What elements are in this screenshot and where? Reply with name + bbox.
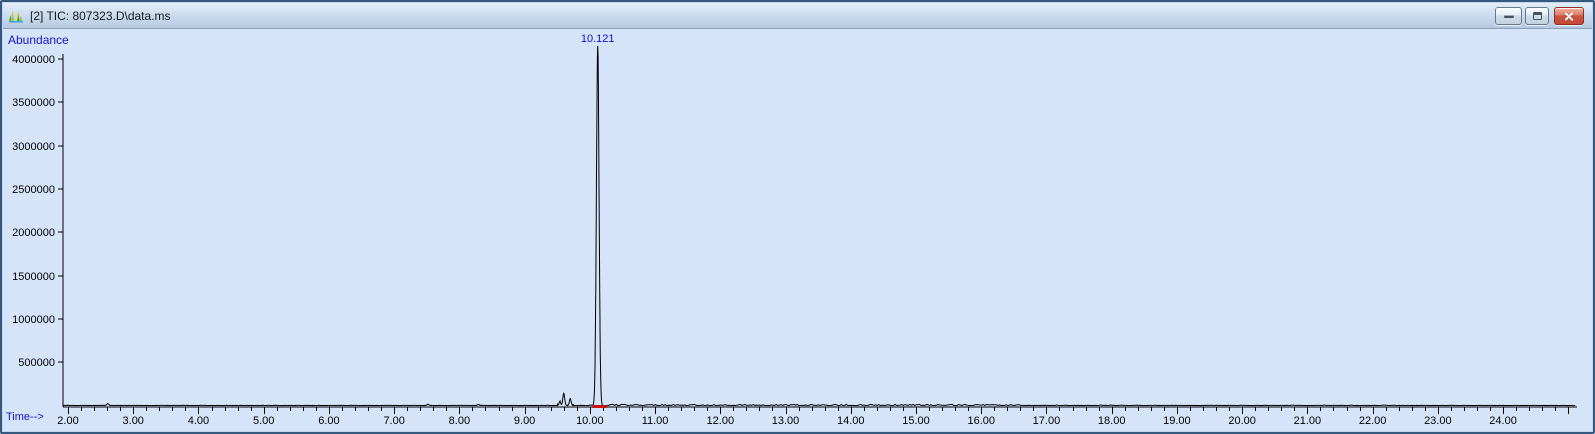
y-tick-label: 3500000 xyxy=(12,97,55,109)
x-tick-label: 5.00 xyxy=(253,415,274,427)
x-tick-label: 17.00 xyxy=(1033,415,1061,427)
plot-area[interactable]: Abundance Time--> 500000 1000000 1500000 20… xyxy=(3,30,1592,431)
x-tick-label: 11.00 xyxy=(642,415,669,427)
x-tick-label: 7.00 xyxy=(383,415,404,427)
chromatogram-svg: 500000 1000000 1500000 2000000 2500000 300000… xyxy=(12,33,1577,427)
x-tick-label: 21.00 xyxy=(1294,415,1322,427)
x-tick-label: 23.00 xyxy=(1424,415,1452,427)
x-tick-label: 20.00 xyxy=(1228,415,1256,427)
close-button[interactable] xyxy=(1554,7,1584,25)
x-tick-label: 9.00 xyxy=(514,415,535,427)
close-icon xyxy=(1564,11,1575,22)
tic-trace xyxy=(63,45,1576,407)
x-tick-label: 15.00 xyxy=(902,415,930,427)
x-tick-label: 16.00 xyxy=(967,415,995,427)
peak-rt-label: 10.121 xyxy=(581,33,615,45)
y-tick-label: 1000000 xyxy=(12,314,55,326)
x-tick-label: 3.00 xyxy=(123,415,144,427)
x-tick-label: 18.00 xyxy=(1098,415,1126,427)
x-tick-label: 8.00 xyxy=(449,415,470,427)
maximize-icon xyxy=(1532,12,1542,20)
x-tick-label: 12.00 xyxy=(707,415,735,427)
window-title: [2] TIC: 807323.D\data.ms xyxy=(30,9,171,23)
x-tick-label: 14.00 xyxy=(837,415,865,427)
y-tick-label: 1500000 xyxy=(12,271,55,283)
y-tick-label: 2000000 xyxy=(12,227,55,239)
x-tick-label: 19.00 xyxy=(1163,415,1191,427)
x-tick-label: 2.00 xyxy=(57,415,78,427)
x-tick-label: 13.00 xyxy=(772,415,800,427)
x-tick-label: 22.00 xyxy=(1359,415,1387,427)
y-tick-label: 2500000 xyxy=(12,184,55,196)
chromatogram-window: [2] TIC: 807323.D\data.ms Abundance Time… xyxy=(0,0,1595,434)
axes xyxy=(62,54,1577,408)
maximize-button[interactable] xyxy=(1525,7,1549,25)
x-tick-label: 10.00 xyxy=(576,415,604,427)
minimize-icon xyxy=(1503,14,1514,18)
titlebar[interactable]: [2] TIC: 807323.D\data.ms xyxy=(3,3,1592,29)
y-tick-label: 4000000 xyxy=(12,54,55,66)
minimize-button[interactable] xyxy=(1495,7,1522,25)
x-tick-label: 24.00 xyxy=(1489,415,1517,427)
y-tick-label: 3000000 xyxy=(12,141,55,153)
y-tick-label: 500000 xyxy=(18,357,55,369)
x-tick-label: 6.00 xyxy=(318,415,339,427)
chromatogram-icon xyxy=(8,8,24,24)
x-tick-label: 4.00 xyxy=(188,415,209,427)
